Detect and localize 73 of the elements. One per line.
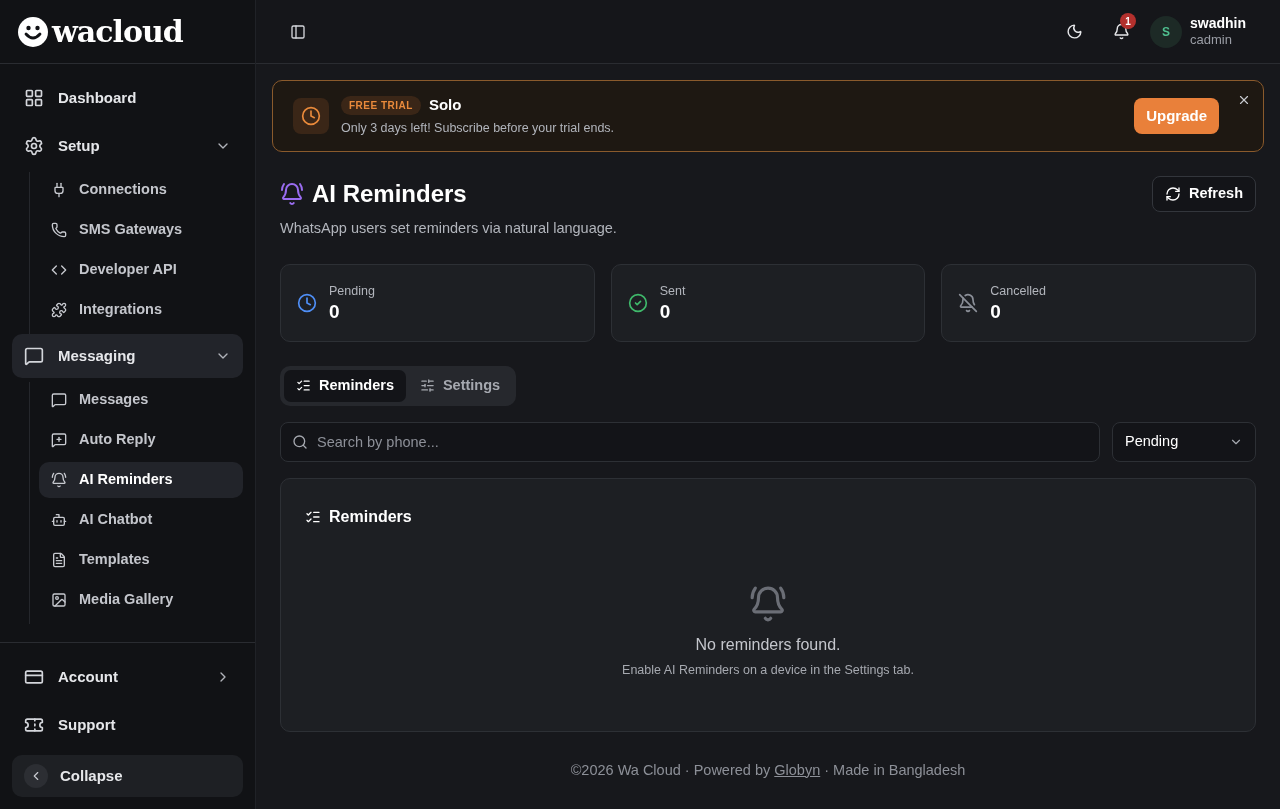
footer-text: ©2026 Wa Cloud · Powered by Globyn · Made in Bangladesh bbox=[570, 760, 966, 780]
sidebar-item[interactable]: Setup bbox=[12, 124, 243, 168]
sidebar-subitem[interactable]: AI Reminders bbox=[39, 462, 243, 498]
checklist-icon bbox=[296, 378, 311, 394]
search-field[interactable]: Search by phone... bbox=[280, 421, 1100, 462]
sidebar-item[interactable]: Account bbox=[12, 655, 243, 699]
sidebar-item[interactable]: Messaging bbox=[12, 334, 243, 378]
chat-bubble-icon bbox=[24, 346, 44, 366]
tab[interactable]: Settings bbox=[407, 369, 513, 402]
notification-count: 1 bbox=[1120, 13, 1136, 29]
ticket-icon bbox=[24, 715, 44, 735]
logo-text: wacloud bbox=[52, 16, 183, 47]
refresh-icon bbox=[1165, 186, 1181, 202]
chevron-left-icon bbox=[24, 764, 48, 788]
clock-icon bbox=[297, 292, 317, 313]
stat-label: Pending bbox=[329, 282, 375, 300]
sidebar-subitem[interactable]: AI Chatbot bbox=[39, 502, 243, 538]
code-icon bbox=[51, 262, 67, 278]
grid-icon bbox=[24, 88, 44, 108]
sidebar-subitem[interactable]: Messages bbox=[39, 382, 243, 418]
phone-icon bbox=[51, 222, 67, 238]
sidebar-subitem[interactable]: Media Gallery bbox=[39, 582, 243, 618]
sliders-icon bbox=[419, 378, 435, 394]
smiley-logo-icon bbox=[18, 16, 48, 47]
sidebar-subitem[interactable]: Auto Reply bbox=[39, 422, 243, 458]
check-circle-icon bbox=[627, 292, 648, 313]
chat-bubble-icon bbox=[51, 392, 67, 408]
sidebar-item[interactable]: Support bbox=[12, 703, 243, 747]
trial-badge: FREE TRIAL bbox=[341, 96, 421, 116]
user-role: cadmin bbox=[1190, 32, 1233, 49]
tab[interactable]: Reminders bbox=[284, 369, 406, 402]
bell-off-icon bbox=[958, 292, 979, 313]
notification-bell-icon[interactable] bbox=[1113, 23, 1130, 40]
bell-ring-icon bbox=[51, 472, 67, 488]
trial-message: Only 3 days left! Subscribe before your trial ends. bbox=[341, 119, 616, 137]
user-name: swadhin bbox=[1190, 14, 1246, 33]
plan-name: Solo bbox=[428, 95, 462, 116]
status-dropdown[interactable]: Pending bbox=[1112, 421, 1256, 462]
chat-plus-icon bbox=[51, 432, 67, 448]
panel-title: Reminders bbox=[329, 506, 412, 527]
robot-icon bbox=[51, 512, 67, 528]
stat-label: Sent bbox=[659, 282, 686, 300]
page-title: AI Reminders bbox=[312, 179, 467, 209]
stat-value: 0 bbox=[329, 300, 341, 324]
document-icon bbox=[51, 552, 67, 568]
sidebar-subitem[interactable]: Templates bbox=[39, 542, 243, 578]
sidebar-subitem[interactable]: SMS Gateways bbox=[39, 212, 243, 248]
footer-link[interactable]: Globyn bbox=[774, 761, 821, 778]
stat-label: Cancelled bbox=[990, 282, 1046, 300]
bell-ring-icon bbox=[749, 584, 787, 623]
stat-value: 0 bbox=[659, 300, 672, 324]
clock-icon bbox=[293, 98, 329, 134]
plug-icon bbox=[51, 182, 67, 198]
close-icon[interactable] bbox=[1237, 93, 1251, 107]
puzzle-icon bbox=[51, 302, 67, 318]
card-icon bbox=[24, 667, 44, 687]
sidebar-toggle-icon[interactable] bbox=[290, 23, 306, 40]
empty-text: Enable AI Reminders on a device in the Settings tab. bbox=[622, 661, 914, 679]
image-icon bbox=[51, 592, 67, 608]
bell-ring-icon bbox=[280, 182, 304, 206]
stat-value: 0 bbox=[990, 300, 1002, 324]
sidebar-subitem[interactable]: Connections bbox=[39, 172, 243, 208]
empty-title: No reminders found. bbox=[695, 634, 841, 655]
user-avatar[interactable]: S bbox=[1150, 15, 1182, 48]
sidebar-subitem[interactable]: Integrations bbox=[39, 292, 243, 328]
sidebar-item[interactable]: Dashboard bbox=[12, 76, 243, 120]
search-icon bbox=[292, 433, 308, 450]
sidebar-subitem[interactable]: Developer API bbox=[39, 252, 243, 288]
theme-toggle-icon[interactable] bbox=[1066, 23, 1083, 40]
refresh-button[interactable]: Refresh bbox=[1152, 176, 1256, 212]
settings-icon bbox=[24, 136, 44, 156]
page-subtitle: WhatsApp users set reminders via natural language. bbox=[280, 219, 617, 238]
collapse-button[interactable]: Collapse bbox=[12, 755, 243, 797]
